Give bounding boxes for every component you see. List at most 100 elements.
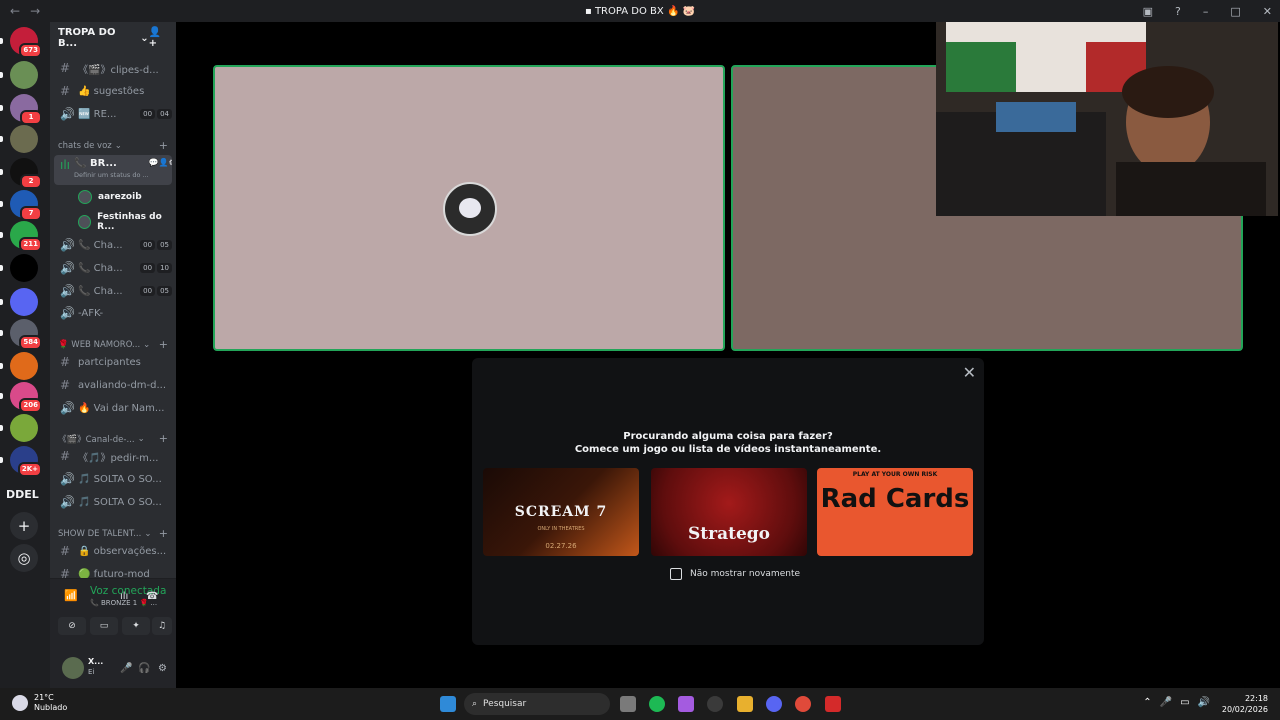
server-icon[interactable]: 211 [0, 221, 42, 252]
clock[interactable]: 22:18 20/02/2026 [1222, 693, 1268, 715]
server-icon[interactable]: 673 [0, 27, 42, 58]
gear-icon[interactable]: ⚙ [158, 663, 167, 674]
voice-channel-item[interactable]: 🔊 📞 Cha... 00 05 [54, 281, 172, 301]
close-icon[interactable]: ✕ [963, 363, 976, 382]
chat-icon[interactable]: 💬 [149, 158, 159, 167]
gear-icon[interactable]: ⚙ [169, 158, 172, 167]
voice-channel-item[interactable]: 🔊 📞 Cha... 00 05 [54, 235, 172, 255]
disconnect-icon[interactable]: ☎ [146, 591, 158, 602]
headset-icon[interactable]: 🎧 [138, 663, 150, 674]
add-channel-icon[interactable]: + [159, 527, 168, 540]
dont-show-again-checkbox[interactable] [670, 568, 682, 580]
avatar[interactable] [62, 657, 84, 679]
active-voice-channel[interactable]: ılı 📞 BR... Definir um status do ... 💬👤⚙ [54, 155, 172, 185]
activity-card-stratego[interactable]: Stratego [651, 468, 807, 556]
inbox-icon[interactable]: ▣ [1143, 5, 1153, 18]
volume-icon[interactable]: 🔊 [1198, 697, 1210, 708]
windows-start-icon[interactable] [440, 696, 456, 712]
network-icon[interactable]: ▭ [1180, 697, 1189, 708]
soundboard-button[interactable]: ♫ [152, 617, 172, 635]
invite-icon[interactable]: 👤 [159, 158, 169, 167]
category-web-namoro[interactable]: 🌹 WEB NAMORO... ⌄ + [58, 338, 168, 351]
voice-channel-item[interactable]: 🔊 📞 Cha... 00 10 [54, 258, 172, 278]
discord-icon[interactable] [766, 696, 782, 712]
server-folder-label[interactable]: DDEL [6, 488, 39, 501]
channel-item[interactable]: # 🟢 futuro-mod [54, 564, 172, 578]
server-icon[interactable] [0, 414, 38, 442]
maximize-icon[interactable]: □ [1230, 5, 1240, 18]
category-label: 🌹 WEB NAMORO... [58, 339, 141, 350]
channel-item[interactable]: # avaliando-dm-d... [54, 375, 172, 395]
close-window-icon[interactable]: ✕ [1263, 5, 1272, 18]
voice-channel-item[interactable]: 🔊 🔥 Vai dar Nam... [54, 398, 172, 418]
voice-channel-item[interactable]: 🔊 🎵 SOLTA O SO... [54, 492, 172, 512]
invite-icon[interactable]: 👤+ [149, 27, 168, 49]
dont-show-again-row[interactable]: Não mostrar novamente [670, 568, 800, 580]
channel-item[interactable]: # 《🎬》clipes-d... [54, 58, 172, 78]
server-rail: 673 1 2 7 211 584 206 2K+ DDEL + ◎ [0, 22, 50, 688]
steam-icon[interactable] [707, 696, 723, 712]
hashtag-icon: # [60, 378, 71, 392]
category-show[interactable]: SHOW DE TALENT... ⌄ + [58, 527, 168, 540]
add-channel-icon[interactable]: + [159, 338, 168, 351]
discover-icon[interactable]: ◎ [10, 544, 38, 572]
server-icon[interactable] [0, 254, 38, 282]
app-icon[interactable] [825, 696, 841, 712]
server-icon[interactable]: 7 [0, 190, 42, 221]
voice-member[interactable]: Festinhas do R... [78, 212, 176, 232]
unread-pip [0, 393, 3, 399]
server-icon[interactable]: 584 [0, 319, 42, 350]
add-channel-icon[interactable]: + [159, 139, 168, 152]
taskbar-search[interactable]: ⌕ Pesquisar [464, 693, 610, 715]
server-icon[interactable]: 1 [0, 94, 42, 125]
guild-header[interactable]: TROPA DO B... ⌄ 👤+ [50, 22, 176, 54]
mic-icon[interactable]: 🎤 [120, 663, 132, 674]
task-view-icon[interactable] [620, 696, 636, 712]
channel-item[interactable]: # 《🎵》pedir-m... [54, 446, 172, 466]
server-icon[interactable] [0, 288, 38, 316]
speaker-icon: 🔊 [60, 284, 75, 298]
category-voice[interactable]: chats de voz ⌄ + [58, 139, 168, 152]
channel-item[interactable]: # partcipantes [54, 352, 172, 372]
help-icon[interactable]: ? [1175, 5, 1181, 18]
noise-suppression-icon[interactable]: ılı [120, 591, 128, 602]
chrome-icon[interactable] [795, 696, 811, 712]
server-icon[interactable]: 2K+ [0, 446, 42, 477]
weather-desc: Nublado [34, 703, 68, 712]
weather-widget[interactable]: 21°C Nublado [12, 693, 67, 713]
forward-arrow-icon[interactable]: → [30, 4, 40, 18]
mic-icon[interactable]: 🎤 [1160, 697, 1172, 708]
voice-channel-item[interactable]: 🔊 -AFK- [54, 303, 172, 323]
chevron-up-icon[interactable]: ⌃ [1143, 697, 1151, 708]
server-icon[interactable] [0, 125, 38, 153]
copilot-icon[interactable] [678, 696, 694, 712]
voice-channel-item[interactable]: 🔊 🆕 RE... 00 04 [54, 104, 172, 124]
file-explorer-icon[interactable] [737, 696, 753, 712]
category-canal[interactable]: 《🎬》Canal-de-... ⌄ + [58, 432, 168, 445]
card-title: Stratego [688, 524, 770, 544]
back-arrow-icon[interactable]: ← [10, 4, 20, 18]
voice-channel-item[interactable]: 🔊 🎵 SOLTA O SO... [54, 469, 172, 489]
minimize-icon[interactable]: – [1203, 5, 1209, 18]
voice-panel: 📶 Voz conectada 📞 BRONZE 1 🌹 ... ılı ☎ ⊘… [50, 578, 176, 688]
channel-label: 📞 BR... [74, 158, 117, 169]
channel-item[interactable]: # 🔒 observações... [54, 541, 172, 561]
screen-share-button[interactable]: ▭ [90, 617, 118, 635]
count-limit: 05 [157, 240, 172, 250]
voice-member[interactable]: aarezoib [78, 190, 142, 204]
server-icon[interactable]: 2 [0, 158, 42, 189]
server-icon[interactable]: 206 [0, 382, 42, 413]
camera-feed[interactable] [936, 22, 1278, 216]
activity-card-rad-cards[interactable]: PLAY AT YOUR OWN RISK Rad Cards [817, 468, 973, 556]
activities-button[interactable]: ✦ [122, 617, 150, 635]
server-icon[interactable] [0, 61, 38, 89]
add-channel-icon[interactable]: + [159, 432, 168, 445]
member-name: Festinhas do R... [97, 212, 162, 232]
server-icon[interactable] [0, 352, 38, 380]
spotify-icon[interactable] [649, 696, 665, 712]
add-server-icon[interactable]: + [10, 512, 38, 540]
activity-card-scream[interactable]: SCREAM 7 ONLY IN THEATRES 02.27.26 [483, 468, 639, 556]
voice-tile[interactable] [213, 65, 725, 351]
camera-off-button[interactable]: ⊘ [58, 617, 86, 635]
channel-item[interactable]: # 👍 sugestões [54, 81, 172, 101]
